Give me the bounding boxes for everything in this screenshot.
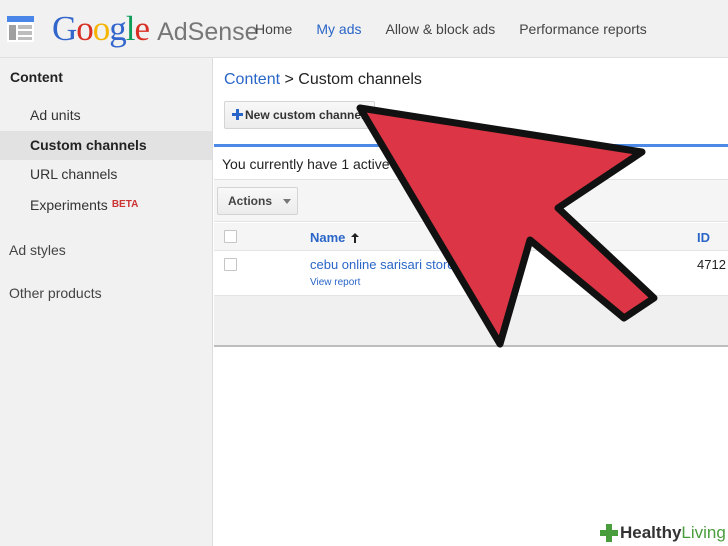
sidebar: Content Ad units Custom channels URL cha… (0, 58, 213, 546)
nav-home[interactable]: Home (243, 0, 304, 58)
green-cross-icon (600, 524, 618, 542)
red-arrow-icon (356, 104, 658, 348)
watermark-text-living: Living (681, 523, 726, 542)
sidebar-item-experiments[interactable]: Experiments BETA (0, 190, 212, 219)
sidebar-item-label: Experiments (30, 197, 108, 213)
top-header: Google AdSense Home My ads Allow & block… (0, 0, 728, 58)
nav-allow-block-ads[interactable]: Allow & block ads (373, 0, 507, 58)
healthy-living-watermark: Healthy Living (596, 522, 728, 544)
actions-dropdown[interactable]: Actions (217, 187, 299, 215)
channel-id: 4712 (697, 257, 726, 272)
sidebar-section-content[interactable]: Content (10, 69, 63, 85)
sidebar-item-other-products[interactable]: Other products (9, 285, 102, 301)
main-nav: Home My ads Allow & block ads Performanc… (243, 0, 659, 58)
sidebar-item-url-channels[interactable]: URL channels (0, 160, 212, 189)
beta-badge: BETA (111, 199, 139, 210)
breadcrumb-current: Custom channels (298, 71, 422, 88)
column-header-id[interactable]: ID (697, 230, 710, 245)
sidebar-item-ad-units[interactable]: Ad units (0, 101, 212, 130)
adsense-app-icon[interactable] (7, 16, 34, 42)
actions-label: Actions (228, 194, 273, 208)
nav-performance-reports[interactable]: Performance reports (507, 0, 659, 58)
google-adsense-logo[interactable]: Google AdSense (52, 11, 259, 47)
breadcrumb-content-link[interactable]: Content (224, 71, 280, 88)
chevron-down-icon (283, 199, 292, 204)
nav-my-ads[interactable]: My ads (304, 0, 373, 58)
select-all-checkbox[interactable] (224, 230, 237, 243)
sidebar-item-custom-channels[interactable]: Custom channels (0, 131, 212, 160)
breadcrumb-separator: > (280, 71, 299, 88)
breadcrumb: Content > Custom channels (224, 71, 422, 89)
google-wordmark: Google (52, 9, 150, 48)
sidebar-item-ad-styles[interactable]: Ad styles (9, 242, 66, 258)
watermark-text-healthy: Healthy (620, 523, 682, 542)
plus-icon (232, 109, 243, 120)
row-checkbox[interactable] (224, 258, 237, 271)
